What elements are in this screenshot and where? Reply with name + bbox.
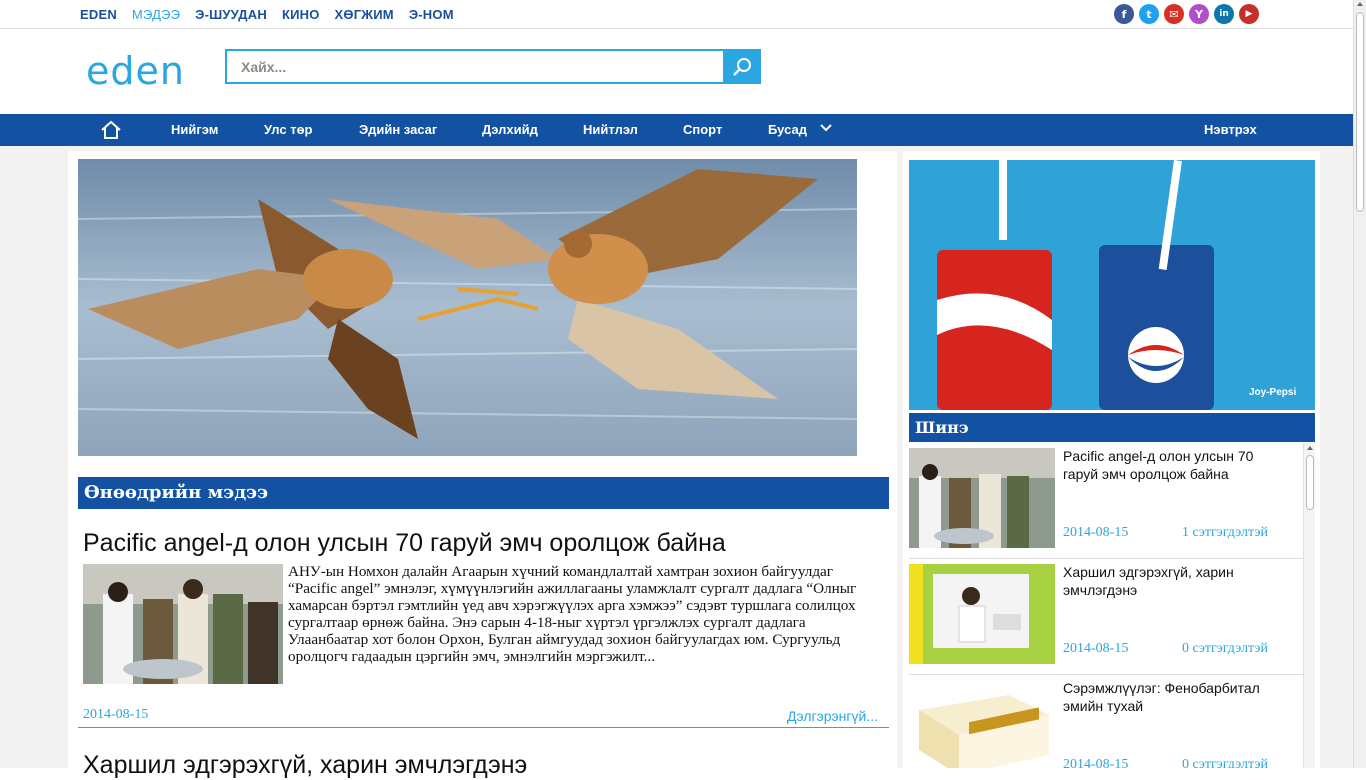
top-bar: EDEN МЭДЭЭ Э-ШУУДАН КИНО ХӨГЖИМ Э-НОМ f …: [0, 0, 1353, 29]
news-thumbnail[interactable]: [909, 448, 1055, 548]
news-date: 2014-08-15: [1063, 525, 1129, 540]
yahoo-icon[interactable]: Y: [1189, 4, 1209, 24]
nav-item-society[interactable]: Нийгэм: [171, 122, 218, 137]
search-button[interactable]: [723, 49, 761, 84]
news-title[interactable]: Сэрэмжлүүлэг: Фенобарбитал эмийн тухай: [1063, 679, 1283, 715]
search-icon: [733, 57, 751, 76]
home-icon[interactable]: [100, 120, 122, 140]
news-comments[interactable]: 0 сэтгэгдэлтэй: [1182, 757, 1268, 768]
youtube-icon[interactable]: ▶: [1239, 4, 1259, 24]
main-area: Өнөөдрийн мэдээ Pacific angel-д олон улс…: [0, 146, 1353, 779]
facebook-icon[interactable]: f: [1114, 4, 1134, 24]
nav-item-other[interactable]: Бусад: [768, 122, 807, 137]
twitter-icon[interactable]: t: [1139, 4, 1159, 24]
scroll-up-icon[interactable]: [1307, 446, 1313, 450]
sidebar-scrollbar[interactable]: [1303, 443, 1315, 768]
top-link-movies[interactable]: КИНО: [282, 7, 320, 22]
svg-text:Joy-Pepsi: Joy-Pepsi: [1249, 387, 1296, 398]
article-excerpt: АНУ-ын Номхон далайн Агаарын хүчний кома…: [288, 563, 857, 665]
read-more-link[interactable]: Дэлгэрэнгүй...: [787, 708, 878, 724]
login-link[interactable]: Нэвтрэх: [1204, 122, 1257, 137]
scroll-thumb[interactable]: [1306, 455, 1314, 510]
news-title[interactable]: Харшил эдгэрэхгүй, харин эмчлэгдэнэ: [1063, 563, 1283, 599]
top-link-email[interactable]: Э-ШУУДАН: [195, 7, 267, 22]
top-link-ebooks[interactable]: Э-НОМ: [409, 7, 454, 22]
news-thumbnail[interactable]: [909, 564, 1055, 664]
scroll-thumb[interactable]: [1356, 12, 1364, 212]
news-title[interactable]: Pacific angel-д олон улсын 70 гаруй эмч …: [1063, 447, 1283, 483]
section-title: Өнөөдрийн мэдээ: [78, 477, 889, 509]
scroll-up-icon[interactable]: [1357, 2, 1363, 6]
article-title[interactable]: Pacific angel-д олон улсын 70 гаруй эмч …: [83, 529, 726, 558]
nav-item-world[interactable]: Дэлхийд: [482, 122, 538, 137]
list-item[interactable]: Харшил эдгэрэхгүй, харин эмчлэгдэнэ 2014…: [909, 559, 1303, 675]
news-thumbnail[interactable]: [909, 680, 1055, 768]
chevron-down-icon[interactable]: [820, 123, 832, 133]
ad-banner[interactable]: Joy-Pepsi: [909, 160, 1315, 410]
news-comments[interactable]: 0 сэтгэгдэлтэй: [1182, 641, 1268, 657]
hero-image[interactable]: [78, 159, 857, 456]
logo[interactable]: eden: [86, 49, 185, 93]
nav-item-articles[interactable]: Нийтлэл: [583, 122, 638, 137]
right-column: Joy-Pepsi Шинэ Pacific angel-д олон улсы…: [903, 151, 1320, 768]
nav-item-economy[interactable]: Эдийн засаг: [359, 122, 437, 137]
linkedin-icon[interactable]: in: [1214, 4, 1234, 24]
page-scrollbar[interactable]: [1353, 0, 1366, 768]
header: eden: [0, 29, 1353, 114]
list-item[interactable]: Pacific angel-д олон улсын 70 гаруй эмч …: [909, 443, 1303, 559]
top-link-news[interactable]: МЭДЭЭ: [132, 7, 180, 22]
top-link-music[interactable]: ХӨГЖИМ: [335, 7, 394, 22]
sidebar-section-title: Шинэ: [909, 413, 1315, 442]
divider: [78, 727, 889, 728]
news-date: 2014-08-15: [1063, 641, 1129, 656]
nav-item-sport[interactable]: Спорт: [683, 122, 722, 137]
list-item[interactable]: Сэрэмжлүүлэг: Фенобарбитал эмийн тухай 2…: [909, 675, 1303, 768]
search-input[interactable]: [227, 51, 723, 82]
news-date: 2014-08-15: [1063, 757, 1129, 768]
mail-icon[interactable]: ✉: [1164, 4, 1184, 24]
article-title-2[interactable]: Харшил эдгэрэхгүй, харин эмчлэгдэнэ: [83, 751, 527, 780]
news-comments[interactable]: 1 сэтгэгдэлтэй: [1182, 525, 1268, 541]
sidebar-news-list: Pacific angel-д олон улсын 70 гаруй эмч …: [909, 443, 1303, 768]
article-date: 2014-08-15: [83, 707, 149, 722]
nav-item-politics[interactable]: Улс төр: [264, 122, 312, 137]
article-thumbnail[interactable]: [83, 564, 283, 684]
main-nav: Нийгэм Улс төр Эдийн засаг Дэлхийд Нийтл…: [0, 114, 1353, 146]
top-links: EDEN МЭДЭЭ Э-ШУУДАН КИНО ХӨГЖИМ Э-НОМ: [80, 7, 469, 22]
top-link-eden[interactable]: EDEN: [80, 7, 117, 22]
search-box: [225, 49, 725, 84]
left-column: Өнөөдрийн мэдээ Pacific angel-д олон улс…: [68, 151, 897, 779]
social-links: f t ✉ Y in ▶: [1114, 4, 1259, 24]
